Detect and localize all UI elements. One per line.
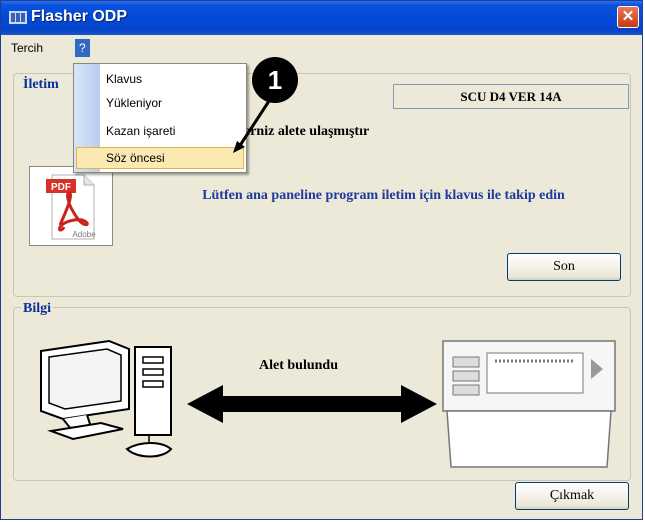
callout-badge: 1 xyxy=(252,57,298,103)
flasher-window: Flasher ODP ✕ Tercih ? İletim SCU D4 VER… xyxy=(0,0,643,520)
callout-pointer xyxy=(233,100,271,153)
